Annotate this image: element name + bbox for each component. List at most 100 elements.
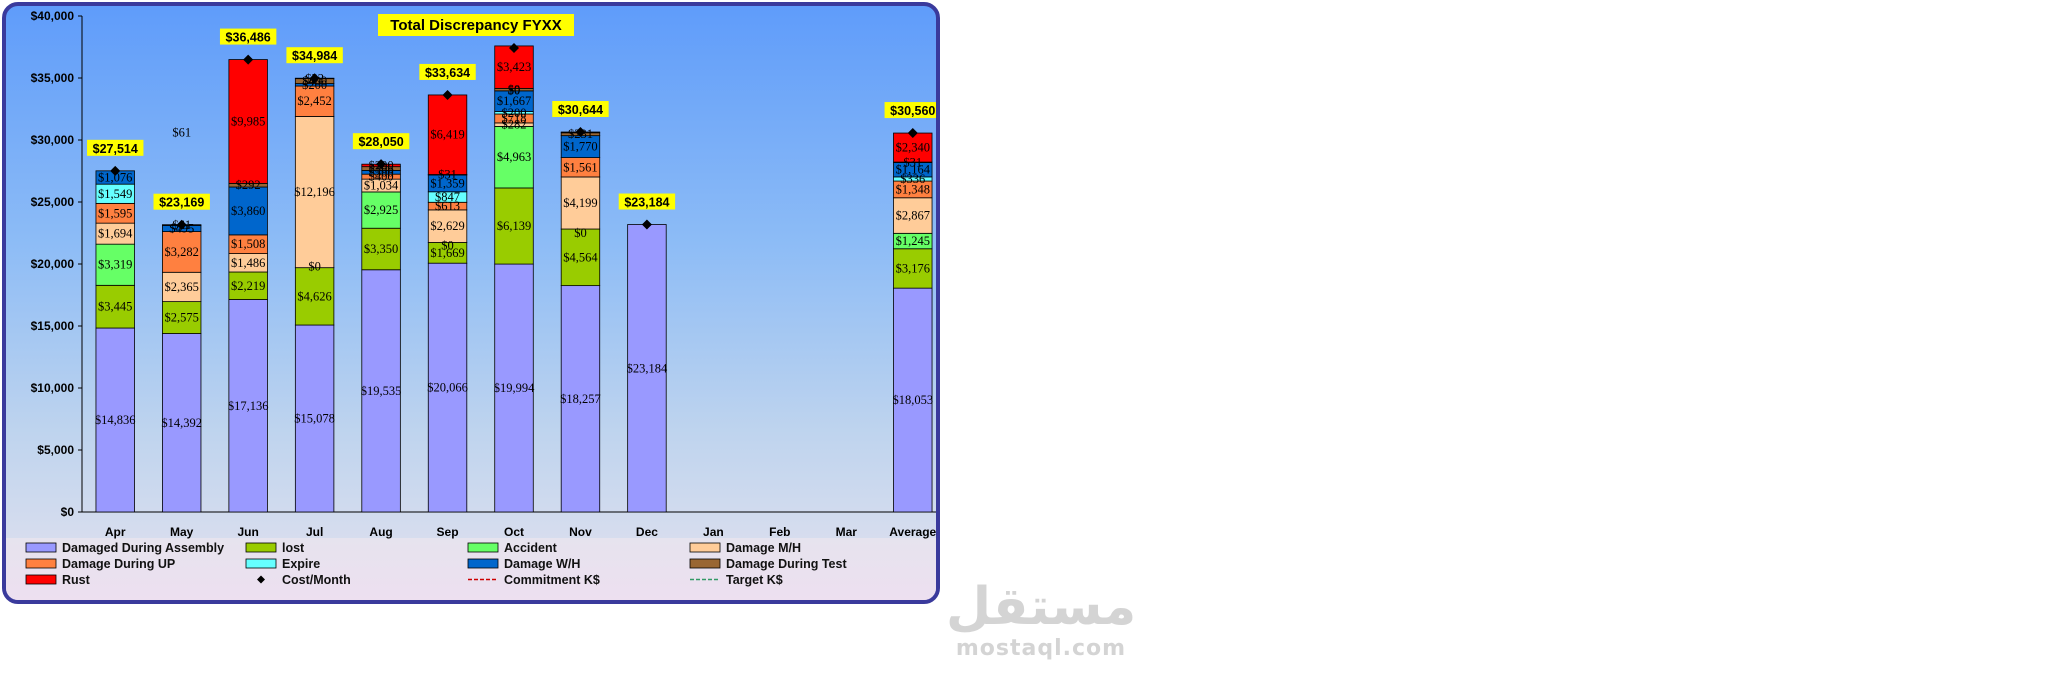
segment-label: $6,419 <box>430 128 464 142</box>
segment-label: $2,340 <box>896 141 930 155</box>
extra-label: $61 <box>172 126 191 140</box>
segment-label: $4,963 <box>497 150 531 164</box>
legend-item-damage-m-h-label: Damage M/H <box>726 541 801 555</box>
segment-label: $15,078 <box>294 412 335 426</box>
segment-label: $14,392 <box>161 416 202 430</box>
y-tick-label: $0 <box>61 505 75 519</box>
x-tick-label: May <box>170 525 194 539</box>
segment-label: $31 <box>903 155 922 169</box>
total-label: $30,560 <box>890 104 935 118</box>
chart-title-group: Total Discrepancy FYXX <box>378 14 574 36</box>
segment-label: $2,629 <box>430 219 464 233</box>
total-label: $23,184 <box>624 196 669 210</box>
legend-item-damage-during-up-label: Damage During UP <box>62 557 175 571</box>
segment-label: $18,053 <box>892 393 933 407</box>
y-tick-label: $25,000 <box>31 195 75 209</box>
segment-label: $31 <box>438 168 457 182</box>
legend-item-damaged-during-assembly-swatch <box>25 542 57 553</box>
legend-item-rust-swatch <box>25 574 57 585</box>
y-axis: $0 $5,000 $10,000 $15,000 $20,000 $25,000 $30,… <box>31 9 83 519</box>
segment-label: $1,508 <box>231 237 265 251</box>
x-tick-label: Average <box>889 525 936 539</box>
segment-label: $18,257 <box>560 392 601 406</box>
total-label: $36,486 <box>226 31 271 45</box>
segment-label: $1,694 <box>98 227 133 241</box>
segment-label: $1,595 <box>98 206 132 220</box>
segment-label: $1,561 <box>563 160 597 174</box>
x-tick-label: Feb <box>769 525 790 539</box>
segment-label: $12,196 <box>294 185 335 199</box>
segment-label: $2,925 <box>364 203 398 217</box>
x-axis: Apr May Jun Jul Aug Sep Oct Nov Dec Jan Feb Mar Aver… <box>82 511 936 539</box>
segment-label: $9,985 <box>231 114 265 128</box>
segment-label: $1,245 <box>896 234 930 248</box>
chart-frame: $0 $5,000 $10,000 $15,000 $20,000 $25,000 $30,… <box>2 2 940 604</box>
extra-label: $0 <box>574 226 587 240</box>
x-tick-label: Apr <box>105 525 126 539</box>
chart-title: Total Discrepancy FYXX <box>390 17 561 34</box>
legend: Damaged During Assembly lost Accident Damag… <box>25 541 847 587</box>
segment-label: $2,365 <box>165 280 199 294</box>
y-tick-label: $35,000 <box>31 71 75 85</box>
x-tick-label: Aug <box>369 525 392 539</box>
x-tick-label: Jan <box>703 525 724 539</box>
segment-label: $3,423 <box>497 60 531 74</box>
legend-item-target-k-label: Target K$ <box>726 573 783 587</box>
legend-item-rust-label: Rust <box>62 573 91 587</box>
legend-item-damage-w-h-swatch <box>467 558 499 569</box>
legend-item-cost-month-swatch <box>257 575 265 584</box>
x-tick-label: Sep <box>437 525 459 539</box>
legend-item-damaged-during-assembly-label: Damaged During Assembly <box>62 541 224 555</box>
y-tick-label: $15,000 <box>31 319 75 333</box>
legend-item-lost-label: lost <box>282 541 305 555</box>
legend-item-commitment-k-label: Commitment K$ <box>504 573 600 587</box>
segment-label: $6,139 <box>497 219 531 233</box>
legend-item-damage-during-test-swatch <box>689 558 721 569</box>
segment-label: $3,445 <box>98 300 132 314</box>
y-tick-label: $20,000 <box>31 257 75 271</box>
extra-label: $0 <box>441 238 454 252</box>
total-label: $30,644 <box>558 103 603 117</box>
x-tick-label: Nov <box>569 525 592 539</box>
watermark: مستقل mostaql.com <box>946 578 1136 661</box>
segment-label: $20,066 <box>427 381 468 395</box>
x-tick-label: Mar <box>836 525 858 539</box>
extra-label: $0 <box>308 259 321 273</box>
total-label: $34,984 <box>292 49 337 63</box>
watermark-arabic: مستقل <box>946 577 1137 637</box>
x-tick-label: Oct <box>504 525 524 539</box>
legend-item-accident-swatch <box>467 542 499 553</box>
total-label: $27,514 <box>93 142 138 156</box>
legend-item-cost-month-label: Cost/Month <box>282 573 351 587</box>
segment-label: $2,575 <box>165 311 199 325</box>
legend-item-damage-during-test-label: Damage During Test <box>726 557 847 571</box>
y-tick-label: $40,000 <box>31 9 75 23</box>
segment-label: $23,184 <box>627 361 668 375</box>
segment-label: $19,994 <box>494 381 535 395</box>
x-tick-label: Jul <box>306 525 323 539</box>
total-label: $23,169 <box>159 196 204 210</box>
total-label: $28,050 <box>358 135 403 149</box>
segment-label: $3,176 <box>896 261 930 275</box>
segment-label: $3,860 <box>231 204 265 218</box>
legend-item-damage-m-h-swatch <box>689 542 721 553</box>
segment-label: $3,350 <box>364 242 398 256</box>
x-tick-label: Dec <box>636 525 658 539</box>
segment-label: $14,836 <box>95 413 136 427</box>
segment-label: $1,770 <box>563 140 597 154</box>
segment-label: $292 <box>236 178 261 192</box>
segment-label: $2,219 <box>231 279 265 293</box>
watermark-latin: mostaql.com <box>955 636 1127 661</box>
chart-svg: $0 $5,000 $10,000 $15,000 $20,000 $25,000 $30,… <box>25 9 936 587</box>
y-tick-label: $30,000 <box>31 133 75 147</box>
segment-label: $3,319 <box>98 258 132 272</box>
y-tick-label: $5,000 <box>37 443 74 457</box>
y-tick-label: $10,000 <box>31 381 75 395</box>
legend-item-expire-swatch <box>245 558 277 569</box>
legend-item-lost-swatch <box>245 542 277 553</box>
legend-item-damage-w-h-label: Damage W/H <box>504 557 580 571</box>
segment-label: $1,486 <box>231 256 265 270</box>
segment-label: $19,535 <box>361 384 402 398</box>
segment-label: $4,626 <box>297 289 331 303</box>
total-label: $33,634 <box>425 66 470 80</box>
